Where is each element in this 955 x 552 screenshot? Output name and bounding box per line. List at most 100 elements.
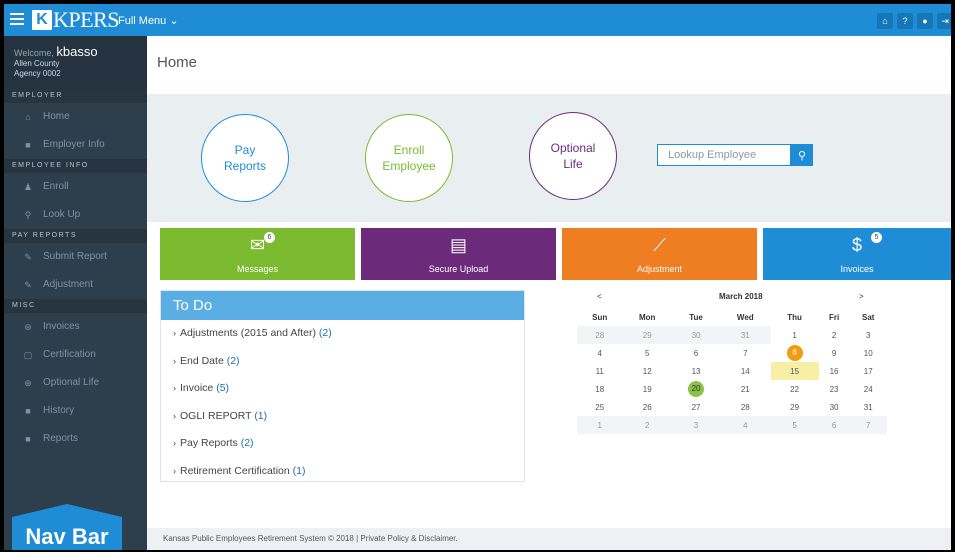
calendar-day[interactable]: 17 <box>849 362 887 380</box>
sidebar-item-label: Home <box>43 111 70 122</box>
pay-reports-button[interactable]: Pay Reports <box>201 114 289 202</box>
calendar-day-event[interactable]: 20 <box>672 380 720 398</box>
calendar-day[interactable]: 4 <box>720 416 771 434</box>
optional-life-button[interactable]: Optional Life <box>529 112 617 200</box>
calendar-prev-button[interactable]: < <box>597 292 602 301</box>
calendar-day[interactable]: 25 <box>577 398 622 416</box>
calendar-day[interactable]: 10 <box>849 344 887 362</box>
day-number: 29 <box>790 402 800 412</box>
calendar-day[interactable]: 29 <box>622 326 672 344</box>
todo-item[interactable]: › OGLI REPORT (1) <box>161 403 524 431</box>
calendar-day[interactable]: 28 <box>720 398 770 416</box>
day-number: 31 <box>740 330 750 340</box>
day-number: 2 <box>831 330 837 340</box>
sidebar-item-invoices[interactable]: ⊛ Invoices <box>4 313 147 341</box>
calendar-day-today[interactable]: 15 <box>770 362 819 380</box>
sidebar-item-enroll[interactable]: ♟ Enroll <box>4 173 147 201</box>
calendar-day[interactable]: 29 <box>771 398 819 416</box>
calendar-day[interactable]: 24 <box>849 380 887 398</box>
todo-item-count[interactable]: (2) <box>241 437 254 449</box>
todo-item-count[interactable]: (1) <box>293 465 306 477</box>
adjustment-tile[interactable]: ⟋ Adjustment <box>562 228 757 280</box>
weekday-header: Fri <box>828 312 840 322</box>
help-icon[interactable]: ? <box>897 13 913 29</box>
calendar-day[interactable]: 16 <box>819 362 850 380</box>
day-number: 24 <box>863 384 873 394</box>
todo-item[interactable]: › Adjustments (2015 and After) (2) <box>161 320 524 348</box>
invoices-tile[interactable]: $ 5 Invoices <box>763 228 951 280</box>
calendar-day[interactable]: 6 <box>818 416 850 434</box>
hamburger-menu-icon[interactable] <box>10 13 24 27</box>
user-icon[interactable]: ● <box>917 13 933 29</box>
sidebar-item-look-up[interactable]: ⚲ Look Up <box>4 201 147 229</box>
calendar-day[interactable]: 7 <box>720 344 770 362</box>
todo-item[interactable]: › Pay Reports (2) <box>161 430 524 458</box>
todo-item-count[interactable]: (1) <box>254 410 267 422</box>
sidebar-item-employer-info[interactable]: ■ Employer Info <box>4 131 147 159</box>
calendar-day[interactable]: 4 <box>577 344 622 362</box>
calendar-day[interactable]: 22 <box>771 380 819 398</box>
calendar-day[interactable]: 14 <box>720 362 770 380</box>
lookup-employee-input[interactable]: Lookup Employee <box>657 144 791 166</box>
weekday-header: Sat <box>862 312 875 322</box>
sidebar-item-reports[interactable]: ■ Reports <box>4 425 147 453</box>
calendar-day[interactable]: 21 <box>720 380 770 398</box>
todo-item-count[interactable]: (2) <box>227 355 240 367</box>
messages-tile[interactable]: ✉ 6 Messages <box>160 228 355 280</box>
calendar-day[interactable]: 11 <box>577 362 622 380</box>
home-icon[interactable]: ⌂ <box>877 13 893 29</box>
calendar-day[interactable]: 28 <box>577 326 623 344</box>
calendar-day[interactable]: 13 <box>672 362 720 380</box>
calendar-day[interactable]: 30 <box>819 398 850 416</box>
calendar-next-button[interactable]: > <box>859 292 864 301</box>
enroll-employee-button[interactable]: Enroll Employee <box>365 114 453 202</box>
calendar-day[interactable]: 6 <box>672 344 720 362</box>
sidebar-item-label: Invoices <box>43 321 80 332</box>
calendar-day[interactable]: 18 <box>577 380 622 398</box>
calendar-day[interactable]: 31 <box>849 398 887 416</box>
calendar-day[interactable]: 23 <box>819 380 850 398</box>
sidebar-item-label: Look Up <box>43 209 81 220</box>
calendar-day-event[interactable]: 8 <box>771 344 819 362</box>
todo-item-count[interactable]: (5) <box>216 382 229 394</box>
calendar-day[interactable]: 3 <box>849 326 887 344</box>
day-number: 11 <box>595 366 604 376</box>
todo-item[interactable]: › Retirement Certification (1) <box>161 458 524 486</box>
calendar-day[interactable]: 30 <box>671 326 721 344</box>
sidebar-item-submit-report[interactable]: ✎ Submit Report <box>4 243 147 271</box>
calendar-day[interactable]: 7 <box>849 416 887 434</box>
calendar-day[interactable]: 26 <box>622 398 671 416</box>
calendar-day[interactable]: 19 <box>622 380 671 398</box>
day-number: 29 <box>642 330 652 340</box>
calendar-day[interactable]: 1 <box>577 416 623 434</box>
calendar-day[interactable]: 31 <box>720 326 771 344</box>
todo-item-count[interactable]: (2) <box>319 327 332 339</box>
sidebar-item-certification[interactable]: ▢ Certification <box>4 341 147 369</box>
day-number: 3 <box>866 330 871 340</box>
day-number: 20 <box>688 381 705 397</box>
logout-icon[interactable]: ⇥ <box>937 13 951 29</box>
sidebar-item-home[interactable]: ⌂ Home <box>4 103 147 131</box>
todo-item[interactable]: › End Date (2) <box>161 348 524 376</box>
day-number: 16 <box>829 366 839 376</box>
calendar-day[interactable]: 27 <box>672 398 720 416</box>
calendar-day[interactable]: 12 <box>622 362 671 380</box>
sidebar-item-adjustment[interactable]: ✎ Adjustment <box>4 271 147 299</box>
calendar-day[interactable]: 1 <box>771 326 819 344</box>
secure-upload-tile[interactable]: ▤ Secure Upload <box>361 228 556 280</box>
day-number: 17 <box>863 366 873 376</box>
search-button[interactable]: ⚲ <box>791 144 813 166</box>
sidebar-item-optional-life[interactable]: ⊕ Optional Life <box>4 369 147 397</box>
calendar-day[interactable]: 2 <box>819 326 850 344</box>
pencil-icon: ✎ <box>24 252 32 262</box>
sidebar-item-history[interactable]: ■ History <box>4 397 147 425</box>
full-menu-dropdown[interactable]: Full Menu ⌄ <box>118 14 179 27</box>
calendar-day[interactable]: 5 <box>622 344 671 362</box>
calendar-day[interactable]: 3 <box>671 416 721 434</box>
kpers-logo[interactable]: K KPERS <box>32 7 119 32</box>
calendar-day[interactable]: 5 <box>770 416 819 434</box>
calendar-day[interactable]: 9 <box>819 344 850 362</box>
calendar-day[interactable]: 2 <box>622 416 672 434</box>
todo-item[interactable]: › Invoice (5) <box>161 375 524 403</box>
calendar: < March 2018 > Sun Mon Tue Wed Thu Fri S… <box>577 290 887 434</box>
